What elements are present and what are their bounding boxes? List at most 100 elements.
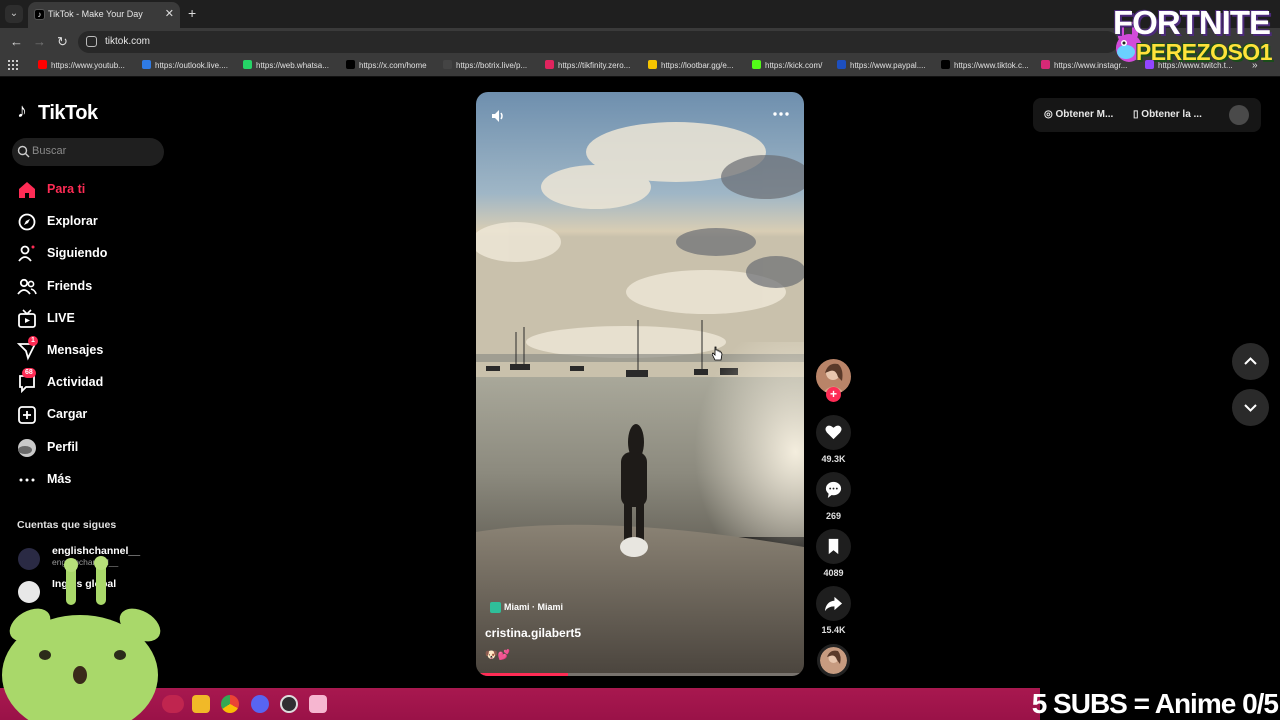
more-options-icon[interactable] bbox=[772, 108, 790, 120]
subs-banner-text: 5 SUBS = Anime 0/5 bbox=[1031, 688, 1279, 719]
sidebar-item-label: Actividad bbox=[47, 375, 104, 389]
bookmark-item[interactable]: https://outlook.live.... bbox=[142, 60, 228, 74]
music-disc[interactable] bbox=[817, 644, 850, 677]
sidebar-item-upload[interactable]: Cargar bbox=[17, 403, 167, 427]
reload-icon[interactable]: ↻ bbox=[57, 34, 68, 50]
bookmark-item[interactable]: https://lootbar.gg/e... bbox=[648, 60, 734, 74]
site-info-icon[interactable] bbox=[86, 36, 97, 47]
file-explorer-icon[interactable] bbox=[192, 695, 210, 713]
search-icon bbox=[17, 145, 30, 158]
get-coins-button[interactable]: ◎ Obtener M... bbox=[1044, 109, 1113, 120]
follow-plus-button[interactable]: + bbox=[826, 387, 841, 402]
bookmark-item[interactable]: https://www.tiktok.c... bbox=[941, 60, 1029, 74]
chevron-down-icon bbox=[1244, 404, 1257, 412]
save-count: 4089 bbox=[823, 568, 844, 578]
sidebar-item-activity[interactable]: Actividad 68 bbox=[17, 368, 167, 395]
sidebar-item-label: Mensajes bbox=[47, 343, 104, 357]
more-icon bbox=[19, 478, 35, 482]
tab-title: TikTok - Make Your Day bbox=[48, 9, 143, 19]
browser-toolbar: ← → ↻ tiktok.com bbox=[0, 28, 1280, 56]
friends-icon bbox=[17, 278, 37, 295]
search-input[interactable]: Buscar bbox=[12, 138, 164, 166]
search-pill[interactable] bbox=[162, 695, 184, 713]
video-author[interactable]: cristina.gilabert5 bbox=[485, 626, 581, 640]
share-button[interactable] bbox=[816, 586, 851, 621]
bookmark-item[interactable]: https://web.whatsa... bbox=[243, 60, 329, 74]
green-creature-overlay bbox=[2, 556, 161, 720]
forward-arrow-icon[interactable]: → bbox=[33, 34, 46, 49]
bookmark-label: https://www.paypal.... bbox=[850, 61, 926, 70]
sidebar-item-more[interactable]: Más bbox=[17, 468, 167, 492]
next-video-button[interactable] bbox=[1232, 389, 1269, 426]
tiktok-logo-text: TikTok bbox=[38, 102, 98, 124]
sidebar-item-compass[interactable]: Explorar bbox=[17, 210, 167, 234]
bookmark-item[interactable]: https://x.com/home bbox=[346, 60, 427, 74]
video-player[interactable]: Miami · Miami cristina.gilabert5 🐶💕 bbox=[476, 92, 804, 676]
fortnite-overlay-logo: FORTNITE PEREZOSO1 bbox=[1112, 4, 1278, 66]
phone-icon: ▯ bbox=[1133, 109, 1139, 120]
user-avatar[interactable] bbox=[1229, 105, 1249, 125]
get-app-button[interactable]: ▯ Obtener la ... bbox=[1133, 109, 1202, 120]
browser-tab[interactable]: ♪ TikTok - Make Your Day ✕ bbox=[28, 2, 180, 28]
sidebar-item-following[interactable]: Siguiendo bbox=[17, 242, 167, 266]
bookmark-favicon-icon bbox=[752, 60, 761, 69]
bookmark-favicon-icon bbox=[346, 60, 355, 69]
sidebar-item-friends[interactable]: Friends bbox=[17, 275, 167, 299]
home-icon bbox=[19, 182, 35, 198]
apps-grid-icon[interactable] bbox=[8, 60, 18, 74]
new-tab-button[interactable]: + bbox=[188, 5, 196, 21]
sidebar-item-profile[interactable]: Perfil bbox=[17, 436, 167, 460]
notification-badge: 68 bbox=[22, 368, 36, 378]
bookmark-item[interactable]: https://tikfinity.zero... bbox=[545, 60, 630, 74]
bookmark-item[interactable]: https://kick.com/ bbox=[752, 60, 822, 74]
save-button[interactable] bbox=[816, 529, 851, 564]
address-bar[interactable]: tiktok.com bbox=[78, 31, 1118, 53]
obs-icon[interactable] bbox=[280, 695, 298, 713]
subs-banner: 5 SUBS = Anime 0/5 bbox=[1032, 688, 1280, 720]
sidebar-item-label: LIVE bbox=[47, 311, 75, 325]
bookmark-favicon-icon bbox=[545, 60, 554, 69]
discord-icon[interactable] bbox=[251, 695, 269, 713]
bookmark-favicon-icon bbox=[941, 60, 950, 69]
following-heading: Cuentas que sigues bbox=[17, 519, 117, 531]
bookmark-label: https://www.tiktok.c... bbox=[954, 61, 1029, 70]
bookmark-item[interactable]: https://botrix.live/p... bbox=[443, 60, 527, 74]
sidebar-item-messages[interactable]: Mensajes 1 bbox=[17, 336, 167, 363]
sidebar-item-home[interactable]: Para ti bbox=[17, 178, 167, 202]
location-pin-icon bbox=[490, 602, 501, 613]
chrome-icon[interactable] bbox=[221, 695, 239, 713]
back-arrow-icon[interactable]: ← bbox=[10, 34, 23, 49]
video-progress-fill bbox=[476, 673, 568, 676]
bookmarks-bar: » https://www.youtub... https://outlook.l… bbox=[0, 56, 1280, 77]
fortnite-title: FORTNITE bbox=[1113, 4, 1271, 41]
bookmark-label: https://www.youtub... bbox=[51, 61, 125, 70]
sidebar-item-label: Explorar bbox=[47, 214, 98, 228]
notification-badge: 1 bbox=[28, 336, 38, 346]
sidebar-item-label: Perfil bbox=[47, 440, 79, 454]
following-icon bbox=[18, 245, 35, 262]
bookmark-item[interactable]: https://www.youtub... bbox=[38, 60, 125, 74]
hand-cursor-icon bbox=[712, 346, 723, 361]
tab-search-chevron-icon[interactable]: ⌄ bbox=[5, 5, 23, 23]
profile-icon bbox=[18, 439, 36, 457]
volume-icon[interactable] bbox=[490, 108, 506, 124]
bookmark-favicon-icon bbox=[142, 60, 151, 69]
bookmark-label: https://lootbar.gg/e... bbox=[661, 61, 734, 70]
app-icon[interactable] bbox=[309, 695, 327, 713]
bookmark-favicon-icon bbox=[443, 60, 452, 69]
bookmark-label: https://botrix.live/p... bbox=[456, 61, 528, 70]
sidebar-item-label: Más bbox=[47, 472, 72, 486]
previous-video-button[interactable] bbox=[1232, 343, 1269, 380]
like-button[interactable] bbox=[816, 415, 851, 450]
comment-icon bbox=[825, 481, 842, 499]
sidebar-item-live[interactable]: LIVE bbox=[17, 307, 167, 331]
heart-icon bbox=[825, 425, 842, 440]
video-progress-bar[interactable] bbox=[476, 673, 804, 676]
sidebar-item-label: Cargar bbox=[47, 407, 88, 421]
comment-count: 269 bbox=[825, 511, 842, 521]
tab-close-icon[interactable]: ✕ bbox=[165, 7, 174, 20]
compass-icon bbox=[18, 213, 36, 231]
comment-button[interactable] bbox=[816, 472, 851, 507]
like-count: 49.3K bbox=[821, 454, 846, 464]
bookmark-item[interactable]: https://www.paypal.... bbox=[837, 60, 926, 74]
